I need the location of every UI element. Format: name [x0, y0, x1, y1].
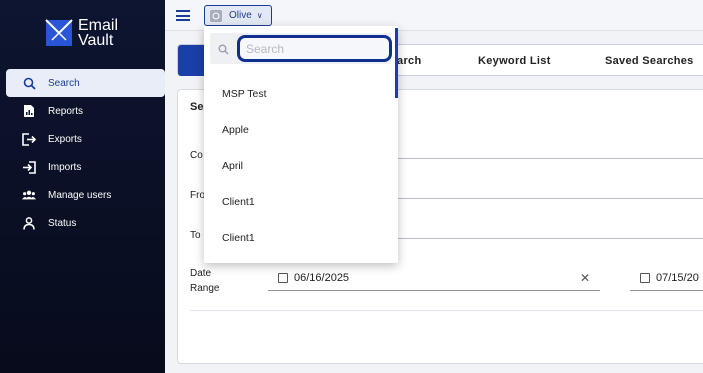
users-icon: [22, 188, 36, 202]
tenant-dropdown: MSP Test Apple April Client1 Client1: [204, 26, 398, 263]
tab-saved-searches[interactable]: Saved Searches: [605, 55, 694, 67]
dropdown-search: [210, 33, 392, 64]
dropdown-option[interactable]: Client1: [222, 232, 255, 244]
tenant-avatar-icon: [210, 9, 222, 22]
scrollbar[interactable]: [395, 28, 398, 98]
dropdown-option[interactable]: Client1: [222, 196, 255, 208]
from-label: Fro: [190, 190, 205, 201]
end-date-field[interactable]: 07/15/20: [630, 265, 703, 291]
logo-line1: Email: [78, 17, 119, 34]
sidebar-item-label: Status: [48, 217, 77, 229]
sidebar-item-label: Imports: [48, 161, 82, 173]
logo-icon: [44, 18, 74, 48]
start-date-field[interactable]: 06/16/2025 ✕: [268, 265, 600, 291]
contains-field[interactable]: [398, 158, 703, 159]
person-icon: [22, 216, 36, 230]
date-range-label: Date Range: [190, 268, 220, 294]
form-title: Se: [190, 101, 204, 113]
menu-icon[interactable]: [176, 10, 190, 21]
sidebar-item-label: Search: [48, 77, 80, 89]
chevron-down-icon: ∨: [256, 11, 263, 20]
dropdown-option[interactable]: April: [222, 160, 243, 172]
logo-line2: Vault: [78, 32, 114, 49]
to-label: To: [190, 230, 201, 241]
dropdown-option[interactable]: Apple: [222, 124, 249, 136]
sidebar-item-exports[interactable]: Exports: [6, 125, 165, 153]
tab-keyword-list[interactable]: Keyword List: [478, 55, 551, 67]
sidebar-nav: Search Reports Exports Imports Manage us…: [6, 69, 165, 237]
tenant-name: Olive: [229, 10, 252, 21]
sidebar: Email Vault Search Reports Exports Impor…: [0, 0, 165, 373]
dropdown-option[interactable]: MSP Test: [222, 88, 267, 100]
sidebar-item-manage-users[interactable]: Manage users: [6, 181, 165, 209]
sidebar-item-label: Exports: [48, 133, 82, 145]
reports-icon: [22, 104, 36, 118]
import-icon: [22, 160, 36, 174]
clear-icon[interactable]: ✕: [580, 271, 590, 285]
contains-label: Co: [190, 150, 203, 161]
sidebar-item-reports[interactable]: Reports: [6, 97, 165, 125]
sidebar-item-label: Reports: [48, 105, 84, 117]
sidebar-item-status[interactable]: Status: [6, 209, 165, 237]
end-date-value: 07/15/20: [656, 271, 699, 284]
app-logo: Email Vault: [44, 17, 119, 49]
start-date-value: 06/16/2025: [294, 271, 350, 284]
tenant-selector[interactable]: Olive ∨: [204, 5, 272, 26]
from-field[interactable]: [398, 198, 703, 199]
calendar-icon: [640, 272, 650, 283]
dropdown-search-input[interactable]: [237, 35, 392, 62]
sidebar-item-search[interactable]: Search: [6, 69, 165, 97]
divider: [190, 310, 703, 311]
sidebar-item-imports[interactable]: Imports: [6, 153, 165, 181]
search-icon: [218, 42, 229, 60]
export-icon: [22, 132, 36, 146]
search-icon: [22, 76, 36, 90]
calendar-icon: [278, 272, 288, 283]
to-field[interactable]: [398, 238, 703, 239]
sidebar-item-label: Manage users: [48, 189, 112, 201]
